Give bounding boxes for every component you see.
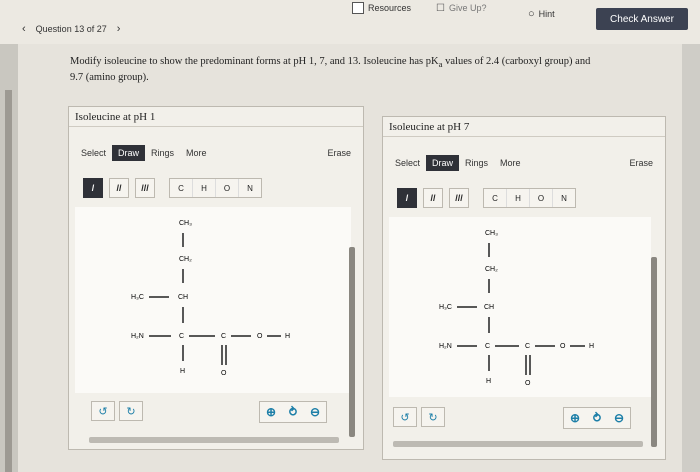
lightbulb-icon: ○ (528, 8, 535, 20)
single-bond-button[interactable]: / (83, 178, 103, 198)
atom-label: CH₂ (485, 266, 498, 273)
molecule-structure: CH₃ CH₂ H₃C CH H₂N C C O H H O (131, 220, 290, 377)
drawing-canvas[interactable]: CH₃ CH₂ H₃C CH H₂N C C O H H O (389, 217, 651, 397)
undo-button[interactable]: ↺ (393, 407, 417, 427)
hint-button[interactable]: ○ Hint (528, 6, 555, 22)
atom-label: O (525, 380, 531, 387)
triple-bond-button[interactable]: /// (135, 178, 155, 198)
atom-n-button[interactable]: N (553, 189, 575, 207)
redo-button[interactable]: ↻ (119, 401, 143, 421)
atom-label: H₃C (131, 294, 144, 301)
atom-palette: C H O N (483, 188, 576, 208)
panel-title: Isoleucine at pH 1 (69, 107, 363, 127)
reset-zoom-icon[interactable]: ⥁ (586, 408, 608, 428)
atom-h-button[interactable]: H (507, 189, 530, 207)
more-tool[interactable]: More (180, 145, 213, 161)
atom-label: H (180, 368, 185, 375)
atom-label: H₂N (131, 333, 144, 340)
give-up-button[interactable]: ☐ Give Up? (436, 0, 487, 16)
vertical-scrollbar[interactable] (651, 257, 657, 447)
atom-label: C (179, 333, 184, 340)
more-tool[interactable]: More (494, 155, 527, 171)
molecule-structure: CH₃ CH₂ H₃C CH H₂N C C O H H O (439, 230, 594, 387)
drawing-canvas[interactable]: CH₃ CH₂ H₃C CH H₂N C C O H H O (75, 207, 351, 393)
bond-atom-row: / // /// C H O N (75, 175, 357, 201)
top-bar: Resources ☐ Give Up? ○ Hint Check Answer… (0, 0, 700, 44)
redo-icon: ↻ (126, 405, 136, 418)
draw-tool[interactable]: Draw (426, 155, 460, 171)
triple-bond-button[interactable]: /// (449, 188, 469, 208)
zoom-in-icon[interactable]: ⊕ (564, 408, 586, 428)
panel-ph7: Isoleucine at pH 7 Select Draw Rings Mor… (382, 116, 666, 460)
check-answer-button[interactable]: Check Answer (596, 8, 688, 30)
atom-o-button[interactable]: O (216, 179, 239, 197)
atom-label: O (560, 343, 566, 350)
atom-label: CH (484, 304, 494, 311)
redo-button[interactable]: ↻ (421, 407, 445, 427)
horizontal-scrollbar[interactable] (393, 441, 643, 447)
rings-tool[interactable]: Rings (145, 145, 180, 161)
give-up-icon: ☐ (436, 2, 445, 14)
redo-icon: ↻ (428, 411, 438, 424)
undo-button[interactable]: ↺ (91, 401, 115, 421)
draw-tool[interactable]: Draw (112, 145, 146, 161)
reset-zoom-icon[interactable]: ⥁ (282, 402, 304, 422)
vertical-scrollbar[interactable] (349, 247, 355, 437)
zoom-out-icon[interactable]: ⊖ (304, 402, 326, 422)
atom-o-button[interactable]: O (530, 189, 553, 207)
double-bond-button[interactable]: // (423, 188, 443, 208)
atom-c-button[interactable]: C (170, 179, 193, 197)
single-bond-button[interactable]: / (397, 188, 417, 208)
question-prompt: Modify isoleucine to show the predominan… (70, 56, 591, 84)
right-edge (682, 44, 700, 472)
atom-label: O (221, 370, 227, 377)
drawing-toolbar: Select Draw Rings More Erase (75, 143, 357, 163)
atom-label: CH₃ (179, 220, 192, 227)
atom-label: C (525, 343, 530, 350)
zoom-controls: ⊕ ⥁ ⊖ (259, 401, 327, 423)
atom-label: CH₃ (485, 230, 498, 237)
drawing-toolbar: Select Draw Rings More Erase (389, 153, 659, 173)
atom-label: H₃C (439, 304, 452, 311)
panel-ph1: Isoleucine at pH 1 Select Draw Rings Mor… (68, 106, 364, 450)
select-tool[interactable]: Select (389, 155, 426, 171)
atom-h-button[interactable]: H (193, 179, 216, 197)
atom-label: O (257, 333, 263, 340)
rings-tool[interactable]: Rings (459, 155, 494, 171)
atom-label: H (589, 343, 594, 350)
bond-atom-row: / // /// C H O N (389, 185, 659, 211)
erase-tool[interactable]: Erase (623, 155, 659, 171)
zoom-controls: ⊕ ⥁ ⊖ (563, 407, 631, 429)
left-scroll-track[interactable] (5, 90, 12, 472)
atom-label: CH (178, 294, 188, 301)
double-bond-button[interactable]: // (109, 178, 129, 198)
atom-label: H (285, 333, 290, 340)
zoom-in-icon[interactable]: ⊕ (260, 402, 282, 422)
undo-icon: ↺ (400, 411, 410, 424)
chevron-left-icon[interactable]: ‹ (22, 23, 26, 35)
atom-label: H (486, 378, 491, 385)
atom-c-button[interactable]: C (484, 189, 507, 207)
question-navigation: ‹ Question 13 of 27 › (22, 23, 121, 35)
horizontal-scrollbar[interactable] (89, 437, 339, 443)
resources-icon (352, 2, 364, 14)
atom-n-button[interactable]: N (239, 179, 261, 197)
atom-label: CH₂ (179, 256, 192, 263)
atom-label: H₂N (439, 343, 452, 350)
erase-tool[interactable]: Erase (321, 145, 357, 161)
chevron-right-icon[interactable]: › (117, 23, 121, 35)
select-tool[interactable]: Select (75, 145, 112, 161)
atom-label: C (221, 333, 226, 340)
resources-button[interactable]: Resources (352, 0, 411, 16)
panel-title: Isoleucine at pH 7 (383, 117, 665, 137)
undo-icon: ↺ (98, 405, 108, 418)
atom-label: C (485, 343, 490, 350)
atom-palette: C H O N (169, 178, 262, 198)
zoom-out-icon[interactable]: ⊖ (608, 408, 630, 428)
